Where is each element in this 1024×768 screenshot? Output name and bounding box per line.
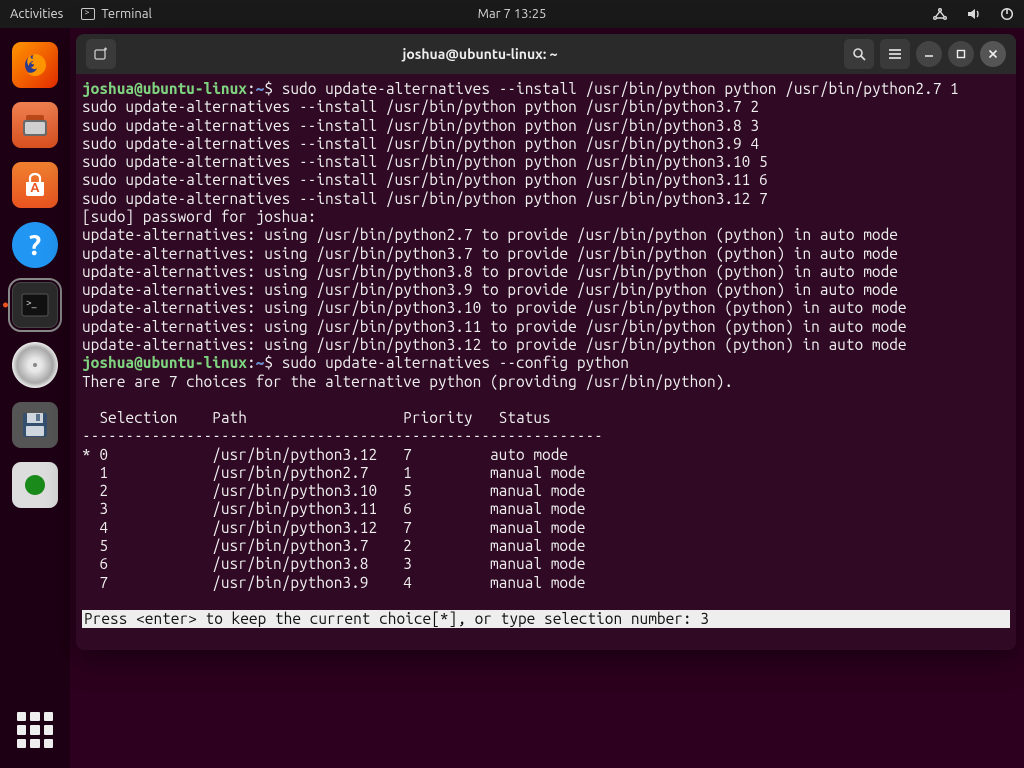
power-icon[interactable] [1000,7,1014,21]
current-app-indicator[interactable]: Terminal [81,7,152,21]
svg-text:>_: >_ [26,297,37,308]
terminal-small-icon [81,8,95,20]
close-button[interactable] [980,41,1006,67]
dock-trash[interactable] [12,462,58,508]
ubuntu-dock: A ? >_ [0,28,70,768]
activities-button[interactable]: Activities [10,7,63,21]
dock-firefox[interactable] [12,42,58,88]
new-tab-button[interactable] [86,39,116,69]
hamburger-menu-button[interactable] [880,39,910,69]
dock-terminal[interactable]: >_ [12,282,58,328]
minimize-button[interactable] [916,41,942,67]
dock-files[interactable] [12,102,58,148]
current-app-label: Terminal [101,7,152,21]
show-applications-button[interactable] [17,712,53,748]
dock-software[interactable]: A [12,162,58,208]
terminal-window: joshua@ubuntu-linux: ~ joshua@ubuntu-lin… [76,34,1016,650]
maximize-button[interactable] [948,41,974,67]
dock-save[interactable] [12,402,58,448]
volume-icon[interactable] [966,7,982,21]
gnome-topbar: Activities Terminal Mar 7 13:25 [0,0,1024,28]
search-button[interactable] [844,39,874,69]
network-icon[interactable] [932,7,948,21]
terminal-content[interactable]: joshua@ubuntu-linux:~$ sudo update-alter… [76,74,1016,650]
window-titlebar: joshua@ubuntu-linux: ~ [76,34,1016,74]
svg-text:A: A [30,181,40,195]
clock[interactable]: Mar 7 13:25 [478,7,547,21]
dock-disk[interactable] [12,342,58,388]
dock-help[interactable]: ? [12,222,58,268]
window-title: joshua@ubuntu-linux: ~ [126,46,834,62]
